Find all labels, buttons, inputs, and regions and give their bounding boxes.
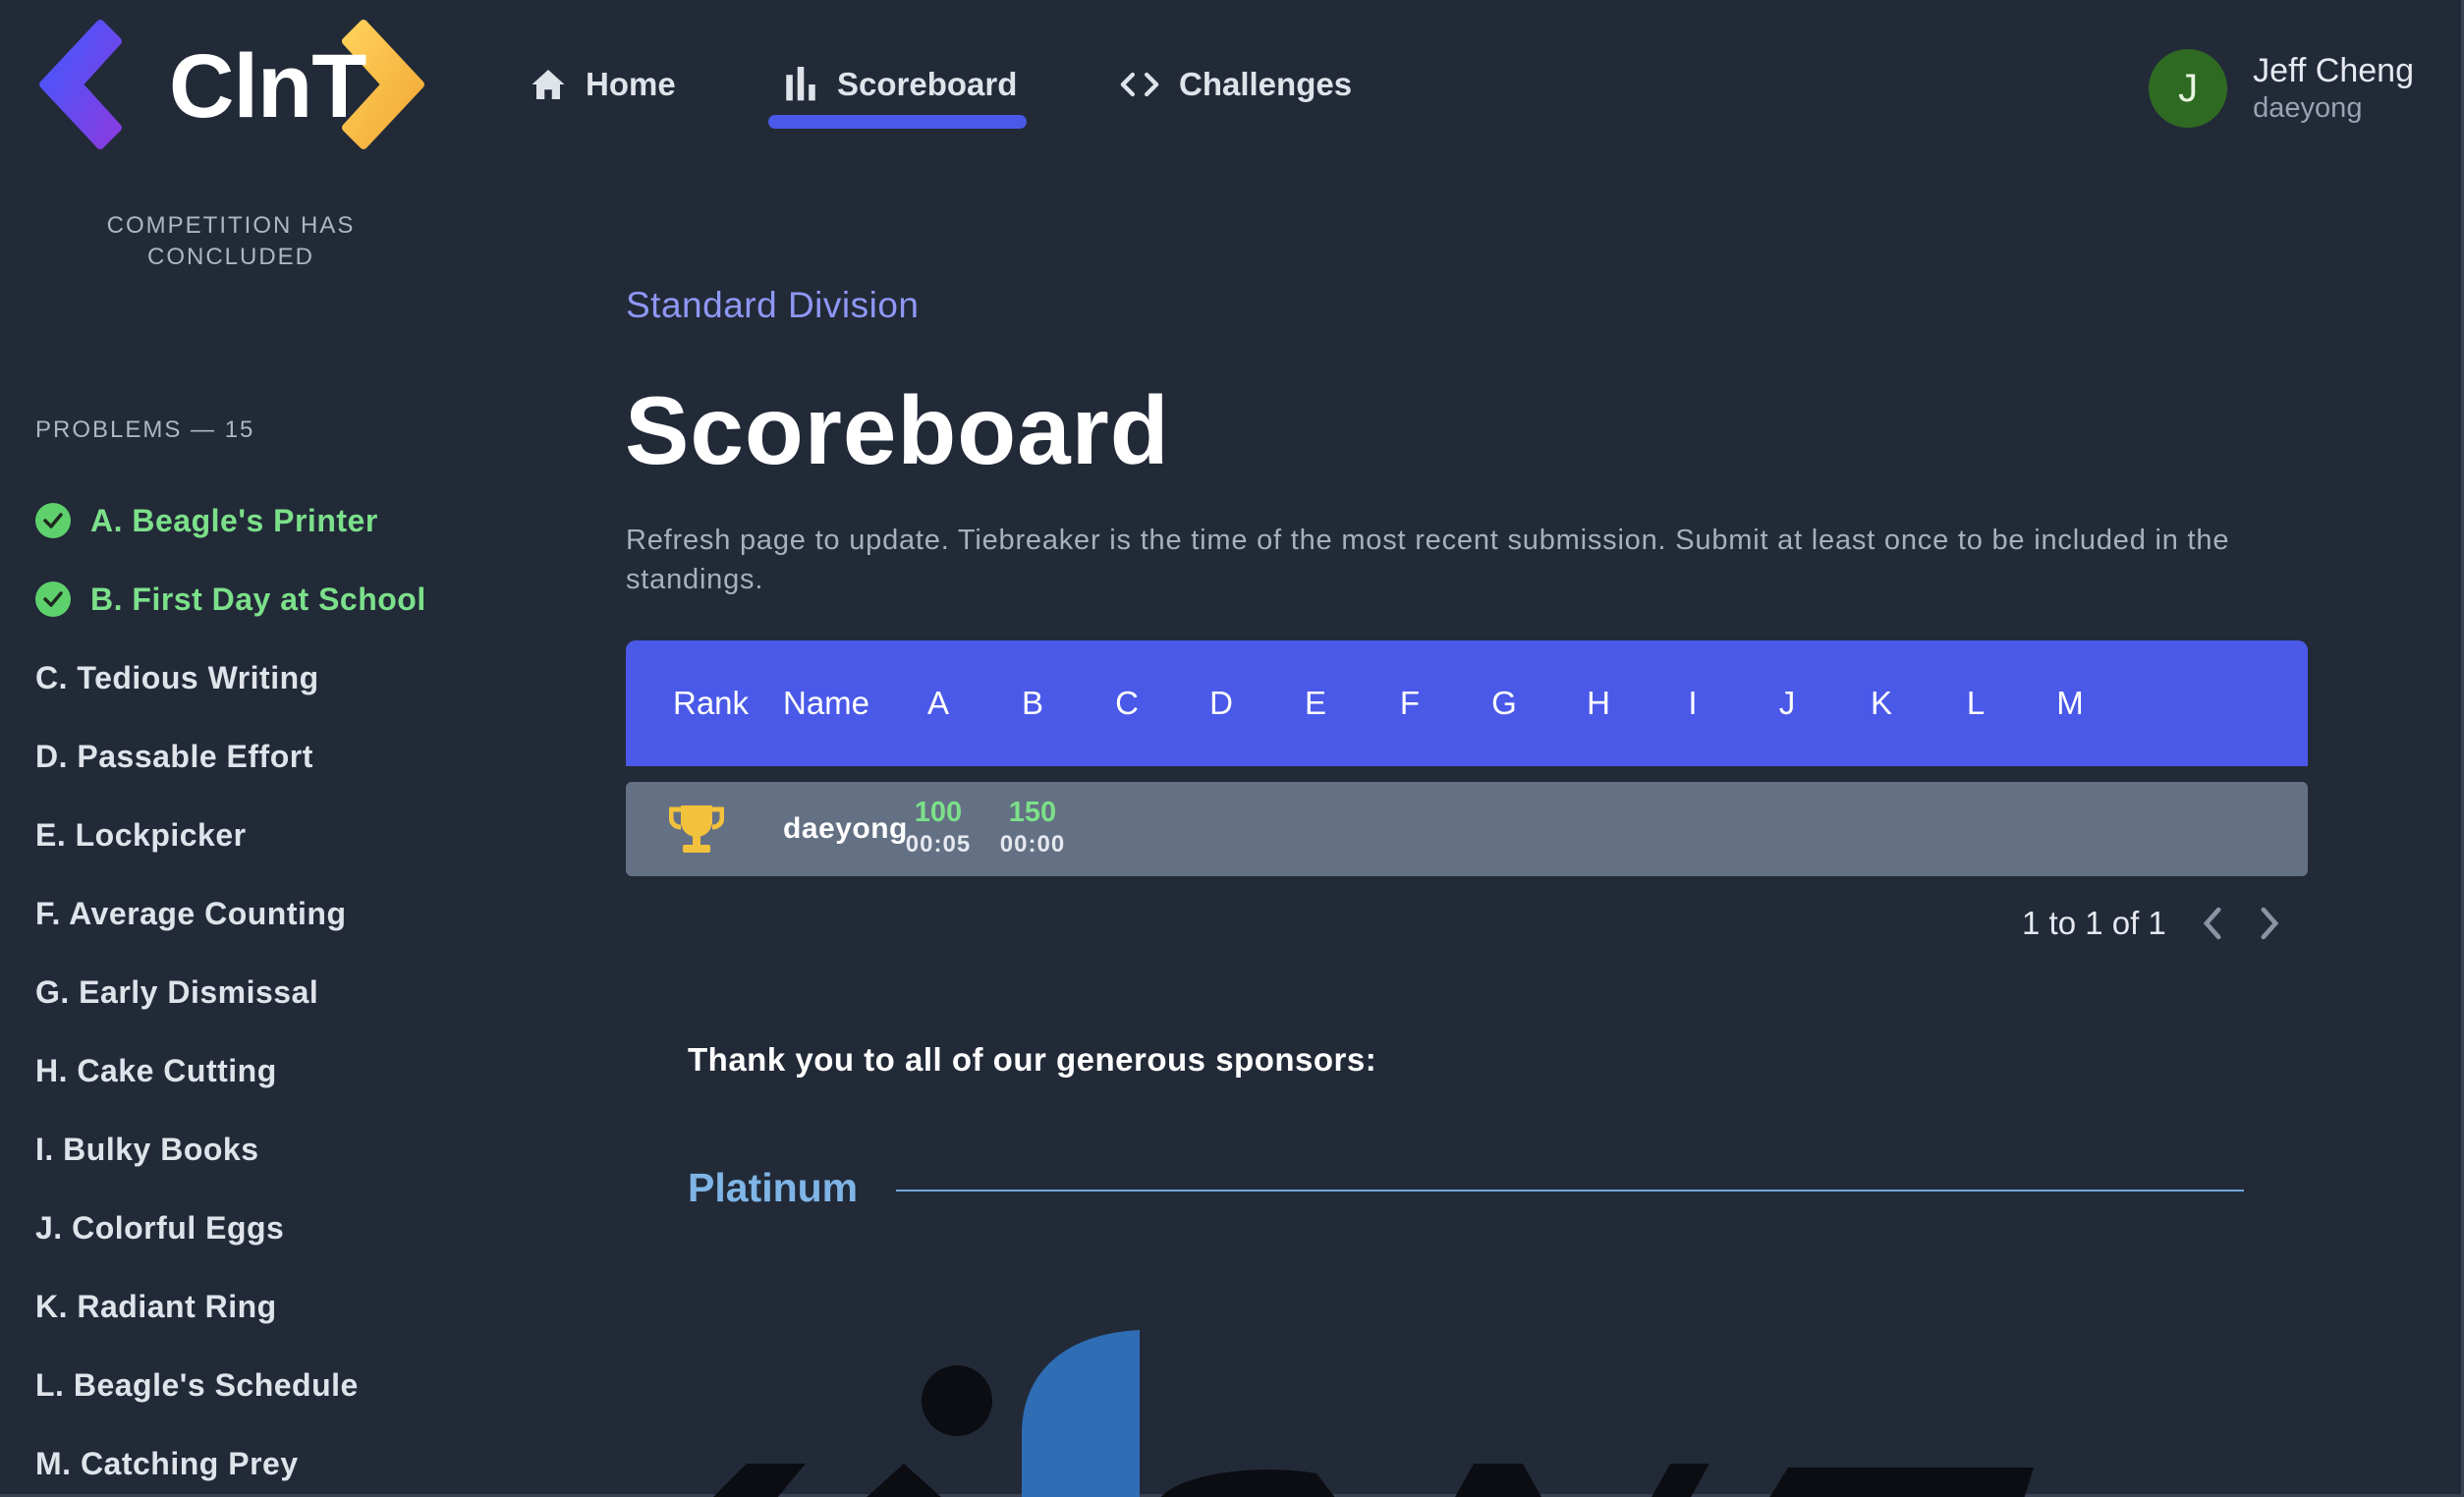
sponsor-logo[interactable] — [707, 1326, 2044, 1497]
active-tab-indicator — [768, 115, 1027, 129]
sidebar-problem-item[interactable]: H. Cake Cutting — [35, 1031, 527, 1110]
problem-column-header[interactable]: L — [1946, 640, 2005, 766]
sidebar-problem-label: L. Beagle's Schedule — [35, 1366, 359, 1403]
next-page-button[interactable] — [2253, 904, 2286, 943]
problems-heading: PROBLEMS — 15 — [35, 416, 255, 443]
app-logo[interactable]: ClnT — [35, 20, 428, 151]
sidebar-problem-item[interactable]: L. Beagle's Schedule — [35, 1346, 527, 1424]
sidebar-problem-item[interactable]: F. Average Counting — [35, 874, 527, 953]
score-points: 100 — [914, 797, 963, 828]
problem-column-header[interactable]: H — [1569, 640, 1628, 766]
sidebar-problem-item[interactable]: G. Early Dismissal — [35, 953, 527, 1031]
sidebar-problem-label: F. Average Counting — [35, 895, 347, 931]
nav-scoreboard-label: Scoreboard — [837, 66, 1018, 102]
sidebar-problem-item[interactable]: M. Catching Prey — [35, 1424, 527, 1497]
scoreboard-header: Rank Name ABCDEFGHIJKLM — [626, 640, 2308, 766]
problem-column-header[interactable]: B — [1003, 640, 1062, 766]
trophy-icon — [669, 805, 724, 853]
sidebar-problem-label: I. Bulky Books — [35, 1131, 259, 1167]
score-cell: 100 00:05 — [891, 796, 985, 860]
logo-text: ClnT — [169, 36, 366, 137]
nav-scoreboard[interactable]: Scoreboard — [784, 55, 1017, 114]
app-window: ClnT Home Scoreboard Challenges J Jeff C… — [0, 0, 2464, 1497]
sidebar-problem-label: C. Tedious Writing — [35, 659, 319, 695]
previous-page-button[interactable] — [2196, 904, 2229, 943]
user-handle: daeyong — [2253, 92, 2363, 124]
check-circle-icon — [35, 582, 71, 617]
sidebar-problem-label: H. Cake Cutting — [35, 1052, 277, 1088]
pagination-text: 1 to 1 of 1 — [2022, 905, 2166, 941]
problem-column-header[interactable]: F — [1380, 640, 1439, 766]
sidebar-problem-item[interactable]: C. Tedious Writing — [35, 638, 527, 717]
problem-list: A. Beagle's Printer B. First Day at Schoo… — [35, 481, 527, 1497]
sidebar-problem-item[interactable]: I. Bulky Books — [35, 1110, 527, 1189]
sidebar-problem-item[interactable]: K. Radiant Ring — [35, 1267, 527, 1346]
nav-challenges-label: Challenges — [1179, 66, 1353, 102]
problem-column-header[interactable]: G — [1475, 640, 1534, 766]
problem-column-header[interactable]: J — [1758, 640, 1817, 766]
sidebar-problem-item[interactable]: E. Lockpicker — [35, 796, 527, 874]
sidebar-problem-item[interactable]: A. Beagle's Printer — [35, 481, 527, 560]
problem-column-header[interactable]: A — [909, 640, 968, 766]
nav-challenges[interactable]: Challenges — [1120, 55, 1352, 114]
problem-column-header[interactable]: M — [2041, 640, 2100, 766]
user-menu[interactable]: J Jeff Cheng daeyong — [2149, 49, 2414, 128]
score-points: 150 — [1008, 797, 1057, 828]
sidebar-problem-item[interactable]: J. Colorful Eggs — [35, 1189, 527, 1267]
sponsors-heading: Thank you to all of our generous sponsor… — [688, 1041, 1377, 1078]
name-header[interactable]: Name — [783, 640, 869, 766]
tier-divider — [896, 1190, 2244, 1192]
page-title: Scoreboard — [625, 376, 1170, 484]
problem-column-header[interactable]: E — [1286, 640, 1345, 766]
problem-column-header[interactable]: D — [1192, 640, 1251, 766]
user-name: Jeff Cheng — [2253, 52, 2414, 89]
competition-status: COMPETITION HAS CONCLUDED — [106, 212, 356, 270]
chevron-left-icon — [2203, 907, 2221, 940]
code-icon — [1120, 72, 1159, 97]
sidebar-problem-label: G. Early Dismissal — [35, 973, 319, 1010]
nav-home-label: Home — [586, 66, 676, 102]
rank-header[interactable]: Rank — [673, 640, 749, 766]
home-icon — [532, 70, 565, 99]
sidebar-problem-label: D. Passable Effort — [35, 738, 313, 774]
row-name[interactable]: daeyong — [783, 782, 908, 876]
score-cell: 150 00:00 — [985, 796, 1080, 860]
problem-column-header[interactable]: K — [1852, 640, 1911, 766]
sidebar-problem-label: K. Radiant Ring — [35, 1288, 277, 1324]
problem-column-header[interactable]: I — [1663, 640, 1722, 766]
avatar: J — [2149, 49, 2228, 128]
sidebar-problem-label: E. Lockpicker — [35, 816, 247, 853]
sponsor-tier-label: Platinum — [688, 1165, 859, 1210]
bar-chart-icon — [786, 67, 815, 101]
division-label: Standard Division — [626, 285, 920, 325]
chevron-right-icon — [2261, 907, 2279, 940]
sidebar-problem-label: B. First Day at School — [90, 581, 426, 617]
table-row: daeyong 100 00:05 150 00:00 — [626, 782, 2308, 876]
sidebar-problem-item[interactable]: D. Passable Effort — [35, 717, 527, 796]
sidebar-problem-label: J. Colorful Eggs — [35, 1209, 285, 1246]
nav-home[interactable]: Home — [531, 55, 676, 114]
check-circle-icon — [35, 503, 71, 538]
score-time: 00:00 — [999, 831, 1066, 858]
problem-column-header[interactable]: C — [1097, 640, 1156, 766]
pagination: 1 to 1 of 1 — [2022, 904, 2286, 943]
page-description: Refresh page to update. Tiebreaker is th… — [626, 525, 2230, 595]
score-time: 00:05 — [905, 831, 972, 858]
sidebar-problem-label: M. Catching Prey — [35, 1445, 299, 1481]
sidebar-problem-item[interactable]: B. First Day at School — [35, 560, 527, 638]
sidebar-problem-label: A. Beagle's Printer — [90, 502, 378, 538]
